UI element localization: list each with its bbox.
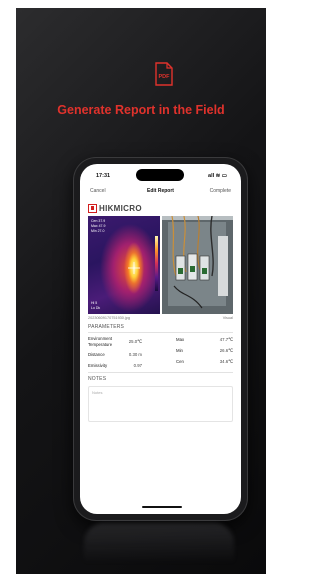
notes-title: NOTES: [88, 376, 107, 382]
param-value[interactable]: 25.0℃: [120, 339, 142, 345]
temperature-scale-bar: [155, 236, 158, 291]
stat-value: 47.7℃: [219, 337, 233, 342]
status-bar: 17:31 all ≋ ▭: [80, 164, 241, 184]
status-time: 17:31: [96, 173, 111, 179]
thermal-corner-info: Hi 5 Lo Dk: [91, 301, 100, 311]
thermal-readout-line: Min 27.0: [91, 229, 105, 233]
param-value[interactable]: 0.97: [120, 363, 142, 369]
nav-bar: Cancel Edit Report Complete: [80, 188, 241, 200]
visual-image[interactable]: [162, 216, 233, 314]
complete-button[interactable]: Complete: [210, 188, 231, 194]
thermal-corner-line: Lo Dk: [91, 306, 101, 310]
status-icons: all ≋ ▭: [208, 173, 227, 179]
image-meta-row: 20230609170751930.jpg Visual: [88, 316, 233, 323]
electrical-panel-photo: [162, 216, 233, 314]
visual-image-caption: Visual: [222, 316, 233, 320]
thermal-readouts: Cen 37.9 Max 47.9 Min 27.0: [91, 219, 105, 234]
phone-screen: 17:31 all ≋ ▭ Cancel Edit Report Complet…: [80, 164, 241, 514]
crosshair-icon: [128, 262, 140, 274]
pdf-icon: PDF: [155, 62, 173, 86]
thermal-image[interactable]: Cen 37.9 Max 47.9 Min 27.0 Hi 5 Lo Dk: [88, 216, 160, 314]
dynamic-island: [136, 169, 184, 181]
section-divider: [88, 332, 233, 333]
stat-label: Min: [176, 348, 183, 353]
param-label: Environment Temperature: [88, 336, 113, 347]
notes-input[interactable]: Notes: [88, 386, 233, 422]
stat-value: 26.6℃: [219, 348, 233, 353]
notes-placeholder: Notes: [92, 390, 103, 395]
param-value[interactable]: 0.30 m: [120, 352, 142, 358]
home-indicator[interactable]: [142, 506, 182, 508]
param-label: Distance: [88, 352, 105, 357]
promo-headline: Generate Report in the Field: [57, 103, 225, 117]
hikmicro-logo-icon: [88, 203, 97, 213]
param-label: Emissivity: [88, 363, 108, 368]
stat-label: Max: [176, 337, 185, 342]
brand-header: HIKMICRO: [88, 202, 142, 214]
section-divider: [88, 372, 233, 373]
image-filename: 20230609170751930.jpg: [88, 316, 131, 320]
parameters-title: PARAMETERS: [88, 324, 125, 330]
pdf-icon-label: PDF: [159, 74, 171, 80]
phone-mockup: 17:31 all ≋ ▭ Cancel Edit Report Complet…: [74, 158, 247, 520]
stat-value: 34.6℃: [219, 359, 233, 364]
stat-label: Cen: [176, 359, 184, 364]
phone-reflection: [84, 523, 234, 563]
brand-name: HIKMICRO: [99, 203, 142, 213]
promo-banner: PDF Generate Report in the Field 17:31 a…: [16, 8, 266, 574]
